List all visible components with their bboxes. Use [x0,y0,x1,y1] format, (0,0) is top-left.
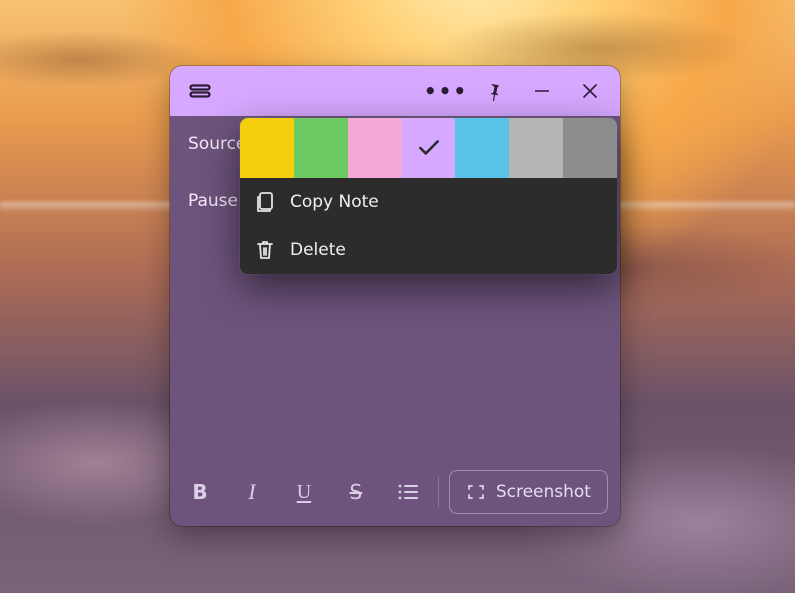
menu-item-label: Copy Note [290,192,379,212]
strikethrough-button[interactable]: S [330,470,382,514]
more-icon: ••• [424,81,468,101]
close-icon [582,83,598,99]
check-icon [416,135,442,161]
color-swatch-darkgrey[interactable] [563,118,617,178]
color-swatch-blue[interactable] [455,118,509,178]
pin-icon [480,77,508,105]
underline-icon: U [297,481,311,504]
italic-icon: I [248,479,255,505]
pin-button[interactable] [472,69,516,113]
trash-icon [254,239,276,261]
bold-button[interactable]: B [174,470,226,514]
menu-item-copy[interactable]: Copy Note [240,178,617,226]
minimize-icon [533,82,551,100]
strikethrough-icon: S [350,480,363,504]
bold-icon: B [192,480,207,504]
toolbar-divider [438,477,439,507]
minimize-button[interactable] [520,69,564,113]
bullet-list-button[interactable] [382,470,434,514]
color-swatch-row [240,118,617,178]
italic-button[interactable]: I [226,470,278,514]
copy-icon [254,191,276,213]
color-swatch-grey[interactable] [509,118,563,178]
close-button[interactable] [568,69,612,113]
menu-item-label: Delete [290,240,346,260]
color-swatch-pink[interactable] [348,118,402,178]
color-swatch-yellow[interactable] [240,118,294,178]
more-options-button[interactable]: ••• [424,69,468,113]
format-toolbar: B I U S Screenshot [170,466,620,518]
screenshot-label: Screenshot [496,482,591,502]
color-swatch-green[interactable] [294,118,348,178]
titlebar: ••• [170,66,620,116]
drag-handle-icon[interactable] [178,69,222,113]
screenshot-button[interactable]: Screenshot [449,470,608,514]
menu-item-delete[interactable]: Delete [240,226,617,274]
list-icon [397,483,419,501]
color-swatch-purple[interactable] [402,118,456,178]
note-options-menu: Copy Note Delete [240,118,617,274]
underline-button[interactable]: U [278,470,330,514]
screenshot-icon [466,482,486,502]
